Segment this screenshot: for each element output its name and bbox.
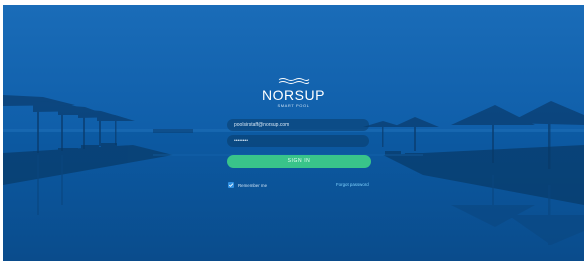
password-field[interactable]: ••••••••	[227, 135, 369, 147]
brand-logo: NORSUP SMART POOL	[3, 77, 584, 108]
email-field[interactable]: poolsirstaff@norsup.com	[227, 119, 369, 131]
remember-me-checkbox[interactable]	[228, 182, 234, 188]
checkmark-icon	[228, 183, 234, 187]
pool-background-image	[3, 5, 584, 261]
brand-tagline: SMART POOL	[277, 103, 310, 108]
remember-me-label: Remember me	[238, 182, 268, 188]
waves-icon	[278, 78, 309, 84]
login-screen: NORSUP SMART POOL poolsirstaff@norsup.co…	[3, 5, 584, 261]
remember-me-option[interactable]: Remember me	[228, 181, 267, 189]
brand-name: NORSUP	[262, 87, 325, 103]
sign-in-button[interactable]: SIGN IN	[227, 155, 371, 168]
forgot-password-link[interactable]: Forgot password	[336, 181, 369, 189]
